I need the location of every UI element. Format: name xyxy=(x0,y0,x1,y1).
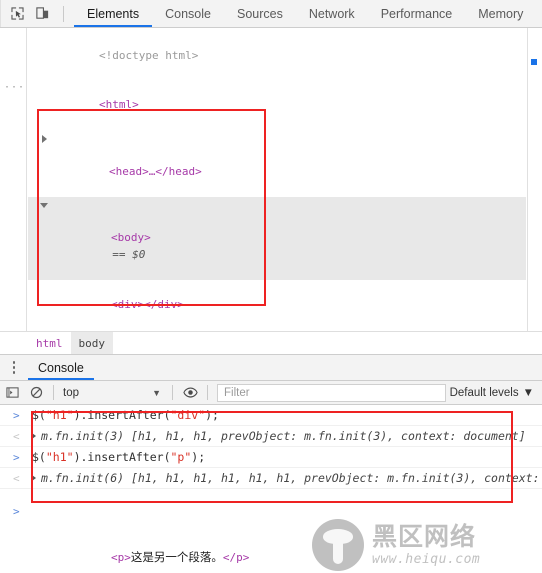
chevron-down-icon: ▼ xyxy=(152,387,161,398)
live-expression-eye-icon[interactable] xyxy=(178,381,202,405)
breadcrumb: html body xyxy=(0,331,542,355)
console-log-levels-label: Default levels xyxy=(449,386,519,399)
dom-line-body-open[interactable]: <body> == $0 xyxy=(28,196,526,280)
console-code-1-string-2: "div" xyxy=(170,408,206,422)
device-toolbar-icon[interactable] xyxy=(32,4,52,24)
expand-triangle-icon[interactable] xyxy=(32,475,36,481)
tab-performance[interactable]: Performance xyxy=(368,0,466,27)
console-output-line-1[interactable]: < m.fn.init(3) [h1, h1, h1, prevObject: … xyxy=(0,426,542,447)
dom-gutter xyxy=(0,28,27,331)
console-toolbar-divider-2 xyxy=(172,385,173,400)
console-input-marker-icon: > xyxy=(13,451,20,464)
devtools-top-toolbar: Elements Console Sources Network Perform… xyxy=(0,0,542,28)
clear-console-icon[interactable] xyxy=(24,381,48,405)
console-code-1-string-1: "h1" xyxy=(45,408,74,422)
console-log-levels-selector[interactable]: Default levels ▼ xyxy=(450,387,542,399)
dom-line-div[interactable]: <div></div> xyxy=(28,280,526,330)
chevron-right-icon[interactable] xyxy=(42,134,47,143)
chevron-down-icon[interactable] xyxy=(40,202,48,208)
console-toolbar: top ▼ Filter Default levels ▼ xyxy=(0,381,542,405)
tab-console[interactable]: Console xyxy=(152,0,224,27)
body-open-tag: <body> xyxy=(110,231,151,245)
console-code-2a: $( xyxy=(32,450,46,464)
doctype-text: <!doctype html> xyxy=(98,48,199,62)
console-toolbar-divider-1 xyxy=(53,385,54,400)
console-code-1a: $( xyxy=(32,408,46,422)
console-filter-input[interactable]: Filter xyxy=(217,383,446,402)
tab-sources[interactable]: Sources xyxy=(224,0,296,27)
console-input-line-2[interactable]: > $("h1").insertAfter("p"); xyxy=(0,447,542,468)
dom-line-head[interactable]: <head>…</head> xyxy=(28,131,526,197)
toolbar-icon-group xyxy=(1,0,74,27)
inspect-element-icon[interactable] xyxy=(7,4,27,24)
drawer-tab-console[interactable]: Console xyxy=(28,355,94,380)
breadcrumb-item-html[interactable]: html xyxy=(28,332,71,354)
console-context-value: top xyxy=(63,386,79,399)
console-code-2c: ); xyxy=(191,450,206,464)
dom-overflow-ellipsis: ··· xyxy=(4,82,26,93)
console-context-selector[interactable]: top ▼ xyxy=(59,387,167,399)
div-tag: <div></div> xyxy=(110,297,184,311)
p2-open-tag: <p> xyxy=(110,551,131,565)
tab-elements[interactable]: Elements xyxy=(74,0,153,27)
dom-line-doctype: <!doctype html> xyxy=(28,31,526,81)
body-selection-annotation: == $0 xyxy=(112,247,146,261)
console-message-list: > $("h1").insertAfter("div"); < m.fn.ini… xyxy=(0,405,542,515)
panel-tabs: Elements Console Sources Network Perform… xyxy=(74,0,542,27)
head-tag: <head>…</head> xyxy=(108,164,202,178)
console-code-1c: ); xyxy=(205,408,219,422)
devtools-window: Elements Console Sources Network Perform… xyxy=(0,0,542,573)
chevron-down-icon: ▼ xyxy=(522,386,534,399)
console-code-2b: ).insertAfter( xyxy=(73,450,171,464)
elements-dom-panel: ··· <!doctype html> <html> <head>…</head… xyxy=(0,28,542,564)
console-output-marker-icon: < xyxy=(13,472,20,485)
console-sidebar-icon[interactable] xyxy=(0,381,24,405)
console-output-marker-icon: < xyxy=(13,430,20,443)
console-input-marker-icon: > xyxy=(13,409,20,422)
dom-line-p2[interactable]: <p>这是另一个段落。</p> xyxy=(28,533,526,573)
console-output-text-1: m.fn.init(3) [h1, h1, h1, prevObject: m.… xyxy=(41,429,526,443)
console-output-line-2[interactable]: < m.fn.init(6) [h1, h1, h1, h1, h1, h1, … xyxy=(0,468,542,489)
console-code-2-string-2: "p" xyxy=(170,450,192,464)
tab-memory[interactable]: Memory xyxy=(465,0,536,27)
console-code-1b: ).insertAfter( xyxy=(73,408,171,422)
console-toolbar-divider-3 xyxy=(207,385,208,400)
kebab-menu-icon[interactable] xyxy=(0,355,28,380)
p2-close-tag: </p> xyxy=(222,551,250,565)
console-code-2-string-1: "h1" xyxy=(45,450,74,464)
dom-line-html-open[interactable]: <html> xyxy=(28,81,526,131)
dom-tree: <!doctype html> <html> <head>…</head> <b… xyxy=(28,31,526,564)
console-output-text-2: m.fn.init(6) [h1, h1, h1, h1, h1, h1, pr… xyxy=(41,471,540,485)
console-prompt-marker[interactable]: > xyxy=(13,505,20,518)
breadcrumb-item-body[interactable]: body xyxy=(70,332,113,354)
toolbar-divider xyxy=(63,5,64,22)
p2-text: 这是另一个段落。 xyxy=(130,550,223,565)
tab-network[interactable]: Network xyxy=(296,0,368,27)
tab-application[interactable]: A xyxy=(536,0,542,27)
expand-triangle-icon[interactable] xyxy=(32,433,36,439)
html-open-tag: <html> xyxy=(98,98,139,112)
console-input-line-1[interactable]: > $("h1").insertAfter("div"); xyxy=(0,405,542,426)
drawer-header: Console xyxy=(0,355,542,381)
dom-scrollbar-thumb[interactable] xyxy=(531,59,537,65)
dom-panel-right-edge xyxy=(527,28,528,331)
